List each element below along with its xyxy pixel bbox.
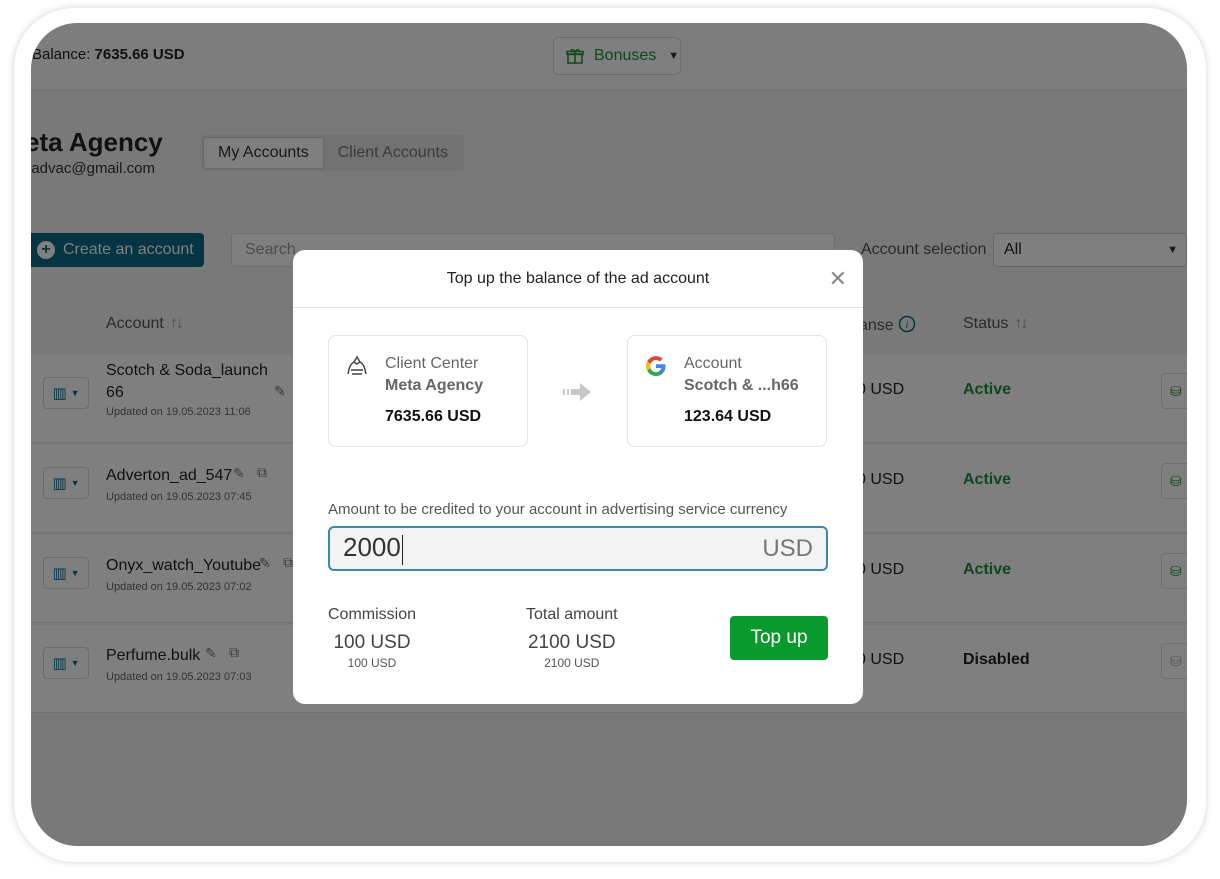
total-sub: 2100 USD <box>544 656 600 670</box>
client-center-icon <box>347 355 367 375</box>
total-block: Total amount 2100 USD 2100 USD <box>526 606 618 670</box>
amount-input[interactable]: 2000 USD <box>328 526 828 571</box>
source-name: Meta Agency <box>385 377 484 394</box>
source-amount: 7635.66 USD <box>385 408 482 425</box>
destination-card: Account Scotch & ...h66 123.64 USD <box>627 335 827 447</box>
destination-amount: 123.64 USD <box>684 408 772 425</box>
google-icon <box>646 356 666 376</box>
modal-title: Top up the balance of the ad account <box>293 250 863 308</box>
source-label: Client Center <box>385 355 479 372</box>
destination-label: Account <box>684 355 742 372</box>
screen: Balance: 7635.66 USD Bonuses ▼ eta Agenc… <box>31 23 1187 846</box>
top-up-button[interactable]: Top up <box>730 616 828 660</box>
close-icon[interactable]: ✕ <box>829 268 847 290</box>
commission-block: Commission 100 USD 100 USD <box>328 606 416 670</box>
top-up-modal: Top up the balance of the ad account ✕ C… <box>293 250 863 704</box>
total-value: 2100 USD <box>527 632 616 653</box>
amount-value: 2000 <box>343 532 401 563</box>
amount-currency: USD <box>762 534 813 562</box>
text-cursor <box>401 534 403 565</box>
commission-value: 100 USD <box>333 632 411 653</box>
total-label: Total amount <box>526 606 618 623</box>
commission-sub: 100 USD <box>347 656 397 670</box>
source-card: Client Center Meta Agency 7635.66 USD <box>328 335 528 447</box>
destination-name: Scotch & ...h66 <box>684 377 799 394</box>
commission-label: Commission <box>328 606 417 623</box>
amount-label: Amount to be credited to your account in… <box>328 501 788 518</box>
transfer-arrow-icon <box>563 383 591 401</box>
